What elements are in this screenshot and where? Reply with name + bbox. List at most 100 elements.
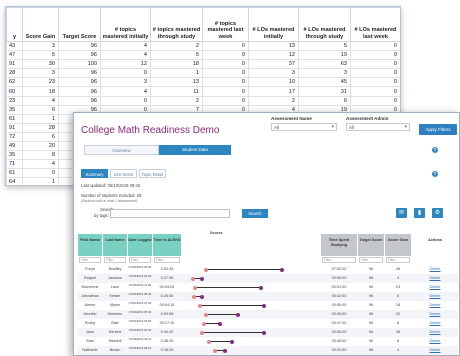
spreadsheet-cell[interactable]: 0 (202, 86, 249, 97)
assessment-name-select[interactable]: All (271, 123, 337, 131)
spreadsheet-col-header[interactable]: Target Score (58, 7, 101, 42)
search-button[interactable]: Search (242, 209, 268, 218)
spreadsheet-cell[interactable]: 2 (150, 95, 203, 106)
spreadsheet-cell[interactable]: 91 (6, 122, 23, 133)
assessment-admin-select[interactable]: All (346, 123, 410, 131)
spreadsheet-cell[interactable]: 0 (350, 86, 400, 97)
bookmark-icon[interactable]: ▮ (414, 208, 425, 218)
filter-date-logged[interactable]: Filter (129, 257, 151, 263)
spreadsheet-cell[interactable]: 13 (150, 77, 203, 88)
spreadsheet-cell[interactable]: 31 (298, 86, 351, 97)
spreadsheet-cell[interactable]: 0 (350, 59, 400, 70)
spreadsheet-cell[interactable]: 11 (150, 86, 203, 97)
spreadsheet-cell[interactable]: 17 (248, 86, 299, 97)
delete-link[interactable]: Delete (412, 321, 458, 325)
spreadsheet-cell[interactable]: 12 (248, 50, 299, 61)
spreadsheet-col-header[interactable]: # topics mastered last week (202, 7, 249, 42)
spreadsheet-cell[interactable]: 2 (248, 95, 299, 106)
subtab-topic-detail[interactable]: Topic Detail (139, 169, 166, 178)
spreadsheet-cell[interactable]: 61 (6, 113, 23, 124)
delete-link[interactable]: Delete (412, 348, 458, 352)
table-row[interactable]: Jane Herbert 07/03/2019 01:34 0:44:20 00:55:… (78, 328, 458, 337)
spreadsheet-cell[interactable]: 1 (22, 177, 59, 185)
spreadsheet-cell[interactable]: 72 (6, 131, 23, 143)
spreadsheet-col-header[interactable]: # LOs mastered initially (248, 7, 299, 42)
spreadsheet-cell[interactable]: 0 (100, 68, 151, 79)
filter-last-name[interactable]: Filter (104, 257, 126, 263)
spreadsheet-cell[interactable]: 96 (58, 77, 101, 88)
spreadsheet-cell[interactable]: 4 (100, 50, 151, 61)
spreadsheet-col-header[interactable]: Score Gain (22, 7, 59, 42)
spreadsheet-cell[interactable]: 1 (150, 68, 203, 79)
delete-link[interactable]: Delete (412, 330, 458, 334)
spreadsheet-cell[interactable]: 100 (58, 59, 101, 70)
delete-link[interactable]: Delete (412, 339, 458, 343)
spreadsheet-cell[interactable]: 3 (22, 68, 59, 79)
spreadsheet-cell[interactable]: 47 (6, 50, 23, 61)
table-row[interactable]: Sam Minnelli 07/03/2019 02:11 0:38:15 00:46:… (78, 337, 458, 346)
spreadsheet-cell[interactable]: 4 (22, 159, 59, 170)
spreadsheet-cell[interactable]: 5 (150, 50, 203, 61)
spreadsheet-cell[interactable]: 96 (58, 50, 101, 61)
spreadsheet-cell[interactable]: 18 (150, 59, 203, 70)
help-icon-summary[interactable]: ? (432, 171, 438, 177)
spreadsheet-cell[interactable]: 0 (350, 40, 400, 52)
spreadsheet-cell[interactable]: 10 (248, 77, 299, 88)
col-last-name[interactable]: Last Name (103, 234, 127, 256)
table-row[interactable]: Aimee Myers 07/03/2019 07:02 00:04:15 00:50:… (78, 301, 458, 310)
table-row[interactable]: Bouvenne Lazo 07/03/2019 11:09 00:04:05 00:5… (78, 283, 458, 292)
filter-first-name[interactable]: Filter (79, 257, 101, 263)
spreadsheet-col-header[interactable]: # topics mastered initially (100, 7, 151, 42)
spreadsheet-cell[interactable]: 4 (100, 86, 151, 97)
apply-filters-button[interactable]: Apply Filters (419, 124, 457, 135)
col-target-score[interactable]: Target Score (358, 234, 384, 256)
spreadsheet-cell[interactable]: 96 (58, 86, 101, 97)
spreadsheet-cell[interactable]: 3 (248, 68, 299, 79)
table-row[interactable]: Nathanie Brown 07/03/2019 09:10 0:18:25 00:3… (78, 346, 458, 355)
spreadsheet-cell[interactable]: 63 (298, 59, 351, 70)
spreadsheet-cell[interactable]: 64 (6, 177, 23, 185)
col-time-in-aleks[interactable]: Time in ALEKS (153, 234, 181, 256)
subtab-summary[interactable]: Summary (81, 169, 108, 178)
spreadsheet-cell[interactable]: 35 (6, 104, 23, 115)
spreadsheet-cell[interactable]: 2 (150, 40, 203, 52)
spreadsheet-cell[interactable]: 12 (100, 59, 151, 70)
spreadsheet-cell[interactable]: 45 (298, 77, 351, 88)
help-icon[interactable]: ? (432, 147, 438, 153)
spreadsheet-col-header[interactable]: # LOs mastered last week (350, 7, 400, 42)
spreadsheet-cell[interactable]: 0 (202, 95, 249, 106)
col-first-name[interactable]: First Name (78, 234, 102, 256)
spreadsheet-cell[interactable]: 96 (58, 68, 101, 79)
col-score-gain[interactable]: Score Gain (385, 234, 411, 256)
delete-link[interactable]: Delete (412, 285, 458, 289)
spreadsheet-cell[interactable]: 49 (6, 141, 23, 152)
table-row[interactable]: Jennifer Morrison 07/03/2019 05:06 0:53:58 0… (78, 310, 458, 319)
table-row[interactable]: Rocky Blair 07/03/2019 06:55 00:17:15 00:47:… (78, 319, 458, 328)
spreadsheet-cell[interactable]: 61 (6, 168, 23, 179)
table-row[interactable]: Johnathan Kester 07/03/2019 08:45 0:26:45 00… (78, 292, 458, 301)
spreadsheet-cell[interactable]: 1 (22, 113, 59, 124)
spreadsheet-cell[interactable]: 62 (6, 77, 23, 88)
spreadsheet-cell[interactable]: 91 (6, 59, 23, 70)
delete-link[interactable]: Delete (412, 267, 458, 271)
spreadsheet-cell[interactable]: 23 (22, 77, 59, 88)
spreadsheet-cell[interactable]: 0 (202, 68, 249, 79)
spreadsheet-col-header[interactable]: y (6, 7, 23, 42)
spreadsheet-cell[interactable]: 4 (22, 95, 59, 106)
tab-overview[interactable]: Overview (84, 145, 159, 155)
spreadsheet-col-header[interactable]: # topics mastered through study (150, 7, 203, 42)
filter-time-spent[interactable]: Filter (322, 257, 356, 263)
spreadsheet-cell[interactable]: 0 (202, 50, 249, 61)
spreadsheet-cell[interactable]: 6 (22, 104, 59, 115)
tab-student-data[interactable]: Student Data (159, 145, 231, 155)
spreadsheet-cell[interactable]: 6 (22, 131, 59, 143)
filter-score-gain[interactable]: Filter (386, 257, 410, 263)
col-time-spent[interactable]: Time Spent Studying (321, 234, 357, 256)
subtab-line-items[interactable]: Line Items (110, 169, 137, 178)
spreadsheet-cell[interactable]: 5 (22, 50, 59, 61)
spreadsheet-cell[interactable]: 43 (6, 40, 23, 52)
spreadsheet-cell[interactable]: 4 (100, 40, 151, 52)
table-row[interactable]: Raquel Jackson 07/03/2019 04:09 0:27:35 00:5… (78, 274, 458, 283)
spreadsheet-cell[interactable]: 30 (22, 59, 59, 70)
spreadsheet-cell[interactable]: 0 (22, 168, 59, 179)
